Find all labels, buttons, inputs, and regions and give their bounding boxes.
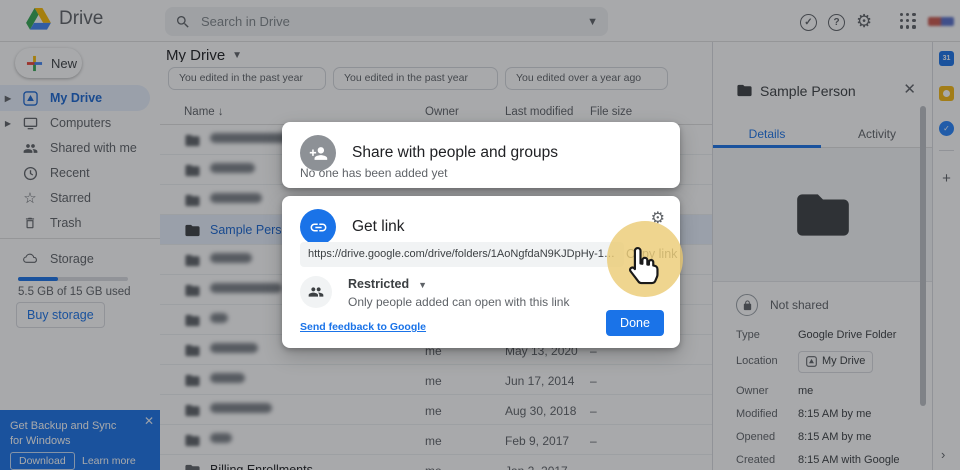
hand-cursor-icon xyxy=(624,244,662,286)
restricted-people-icon xyxy=(300,276,332,308)
share-dialog-title: Share with people and groups xyxy=(352,144,558,162)
share-dialog: Share with people and groups No one has … xyxy=(282,122,680,188)
share-dialog-subtitle: No one has been added yet xyxy=(300,166,447,180)
google-drive-app: Drive ▼ ✓ ? ⚙ New ▶ My Dri xyxy=(0,0,960,470)
get-link-dialog-title: Get link xyxy=(352,218,405,236)
chevron-down-icon: ▼ xyxy=(418,280,427,290)
send-feedback-link[interactable]: Send feedback to Google xyxy=(300,321,426,333)
share-link-url-field[interactable]: https://drive.google.com/drive/folders/1… xyxy=(300,242,624,267)
link-avatar-icon xyxy=(300,209,336,245)
restricted-dropdown[interactable]: Restricted▼ xyxy=(348,277,427,291)
done-button[interactable]: Done xyxy=(606,310,664,336)
restricted-description: Only people added can open with this lin… xyxy=(348,295,569,309)
